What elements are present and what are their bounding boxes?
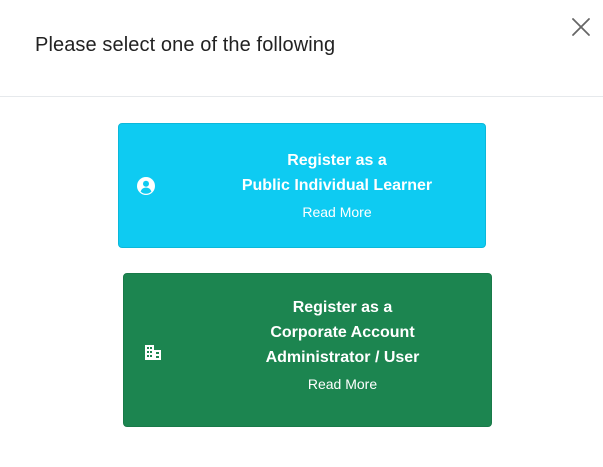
public-read-more-link[interactable]: Read More — [189, 201, 485, 224]
register-public-learner-button[interactable]: Register as a Public Individual Learner … — [118, 123, 486, 248]
public-line-2: Public Individual Learner — [241, 177, 433, 194]
corporate-line-1: Register as a — [292, 299, 393, 316]
public-line-1: Register as a — [287, 152, 387, 169]
close-icon — [572, 18, 590, 36]
building-icon — [145, 345, 161, 360]
corporate-line-2: Corporate Account — [270, 324, 415, 341]
user-circle-icon — [137, 177, 155, 195]
corporate-admin-text: Register as a Corporate Account Administ… — [194, 295, 491, 396]
close-button[interactable] — [570, 16, 592, 38]
public-learner-text: Register as a Public Individual Learner … — [189, 148, 485, 224]
modal-header: Please select one of the following — [0, 0, 603, 97]
registration-modal: Please select one of the following Regis… — [0, 0, 603, 467]
register-corporate-admin-button[interactable]: Register as a Corporate Account Administ… — [123, 273, 492, 427]
corporate-read-more-link[interactable]: Read More — [194, 373, 491, 396]
modal-title: Please select one of the following — [35, 34, 336, 56]
corporate-line-3: Administrator / User — [265, 349, 420, 366]
